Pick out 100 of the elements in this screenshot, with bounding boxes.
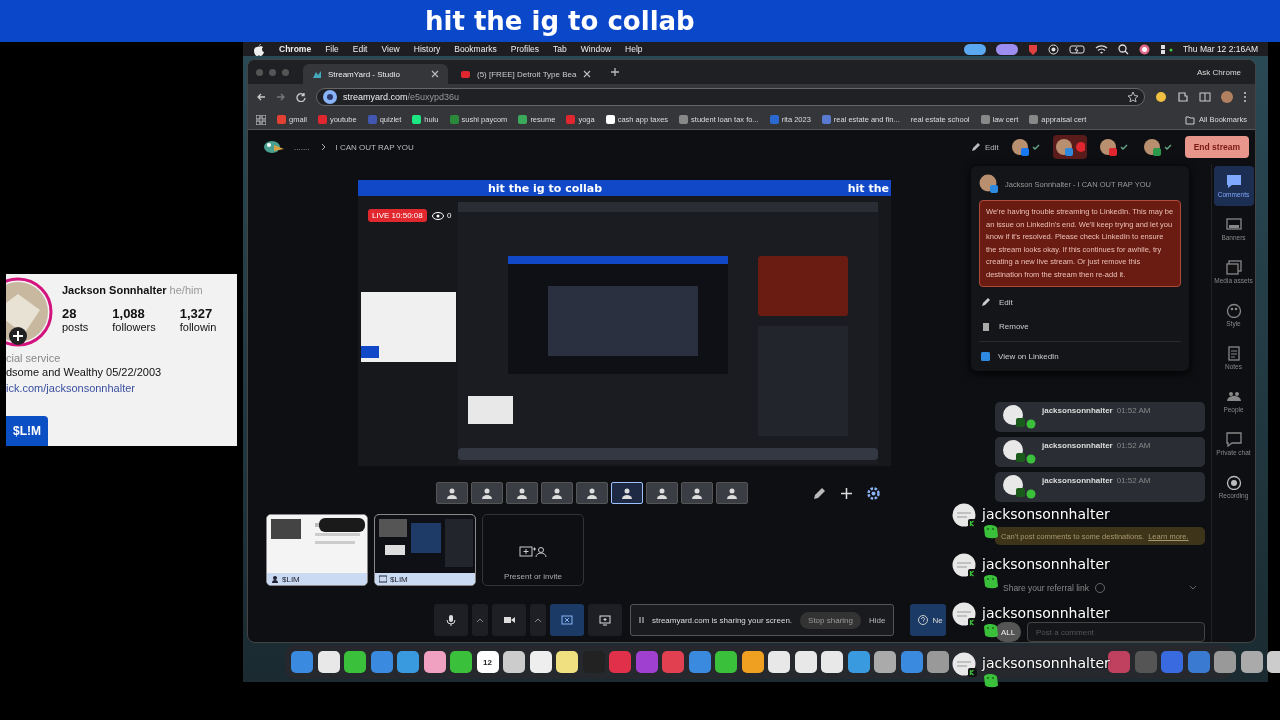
- calendar-app-icon[interactable]: 12: [476, 651, 499, 673]
- menu-item[interactable]: Window: [580, 44, 612, 54]
- bookmark-icon: [566, 115, 576, 124]
- record-icon: [1047, 43, 1059, 55]
- hide-button[interactable]: Hide: [869, 615, 886, 625]
- folder-icon: [1185, 114, 1196, 125]
- app-icon: [503, 651, 525, 673]
- banner-icon: [1225, 217, 1242, 232]
- viewer-count: 0: [432, 211, 452, 220]
- record-icon: [1225, 475, 1242, 490]
- app-icon: [847, 651, 870, 673]
- bookmark-icon: [277, 115, 286, 124]
- layout-button[interactable]: [576, 482, 608, 504]
- person-icon: [445, 487, 459, 499]
- source-tile[interactable]: $LIM: [266, 514, 368, 586]
- battery-icon: [1068, 43, 1085, 55]
- apple-icon: [253, 42, 265, 56]
- help-button[interactable]: Ne: [910, 604, 947, 636]
- profile-stat: 1,088 followers: [112, 306, 156, 333]
- app-icon: [635, 651, 658, 673]
- commenter-avatar-icon: [1003, 440, 1036, 464]
- layout-button[interactable]: [541, 482, 573, 504]
- layout-button[interactable]: [471, 482, 503, 504]
- bookmark-icon: [1029, 115, 1039, 124]
- menu-item[interactable]: Remove: [979, 317, 1181, 335]
- pause-icon: [639, 616, 644, 624]
- bookmark-icon: [367, 115, 377, 124]
- app-icon: [1134, 651, 1157, 673]
- layout-button[interactable]: [646, 482, 678, 504]
- chevron-icon: [319, 143, 326, 151]
- person-icon: [725, 487, 739, 499]
- media-icon: [1225, 260, 1242, 275]
- menu-item[interactable]: Help: [625, 44, 643, 54]
- source-tile[interactable]: $LIM: [374, 514, 476, 586]
- layout-button[interactable]: [611, 482, 643, 504]
- menu-item[interactable]: Profiles: [510, 44, 540, 54]
- broadcast-title: I CAN OUT RAP YOU: [335, 142, 414, 152]
- referral-row[interactable]: Share your referral link: [995, 579, 1205, 597]
- microphone-button[interactable]: [434, 604, 468, 636]
- breadcrumb-dots[interactable]: .......: [294, 142, 310, 152]
- present-or-invite-button[interactable]: Present or invite: [482, 514, 584, 586]
- profile-link[interactable]: ick.com/jacksonsonnhalter: [6, 382, 237, 394]
- linkedin-icon: [981, 352, 990, 361]
- app-icon: [874, 651, 896, 673]
- browser-tab[interactable]: StreamYard - Studio: [303, 64, 448, 84]
- chat-avatar-icon: [952, 651, 978, 678]
- stop-screen-share-icon: [561, 614, 573, 626]
- comment-time: 01:52 AM: [1116, 441, 1151, 450]
- destination-avatar[interactable]: [1052, 135, 1087, 159]
- layout-button[interactable]: [506, 482, 538, 504]
- puzzle-icon: [1177, 91, 1189, 103]
- menu-item[interactable]: View on LinkedIn: [979, 348, 1181, 365]
- person-icon: [480, 487, 494, 499]
- layout-button[interactable]: [436, 482, 468, 504]
- menu-clock: Thu Mar 12 2:16AM: [1182, 44, 1258, 54]
- menu-app-name[interactable]: Chrome: [279, 44, 312, 54]
- menu-item[interactable]: Edit: [979, 293, 1181, 311]
- address-bar[interactable]: streamyard.com/e5uxypd36u: [316, 88, 1145, 106]
- app-icon: [370, 651, 393, 673]
- emote-icon: [982, 522, 999, 539]
- menu-item[interactable]: File: [325, 44, 339, 54]
- app-icon: [609, 651, 631, 673]
- end-stream-button[interactable]: End stream: [1184, 136, 1249, 158]
- menu-item[interactable]: View: [381, 44, 400, 54]
- app-icon: [794, 651, 817, 673]
- layout-button[interactable]: [716, 482, 748, 504]
- stop-sharing-button[interactable]: Stop sharing: [800, 611, 861, 629]
- people-icon: [1225, 389, 1242, 404]
- edit-button[interactable]: Edit: [970, 142, 999, 152]
- star-icon: [1128, 92, 1138, 102]
- app-icon: [529, 651, 552, 673]
- app-icon: [821, 651, 843, 673]
- close-icon: [430, 69, 440, 79]
- profile-stat: 28 posts: [62, 306, 89, 333]
- ask-chrome-button[interactable]: Ask Chrome: [1197, 67, 1247, 77]
- destination-avatar-icon: [979, 174, 999, 194]
- control-center-icon: [1159, 43, 1173, 55]
- share-screen-button[interactable]: [588, 604, 622, 636]
- status-pill-icon: [995, 43, 1018, 55]
- chat-icon: [1225, 432, 1242, 447]
- stop-screen-share-button[interactable]: [550, 604, 584, 636]
- commenter-avatar-icon: [1003, 405, 1036, 429]
- menu-item[interactable]: History: [413, 44, 441, 54]
- destination-icon: [1142, 138, 1173, 156]
- person-icon: [655, 487, 669, 499]
- microphone-icon: [445, 614, 457, 626]
- menu-item[interactable]: Tab: [553, 44, 567, 54]
- comment-user: jacksonsonnhalter: [1042, 406, 1113, 415]
- person-icon: [620, 487, 634, 499]
- filter-button[interactable]: ALL: [995, 622, 1021, 642]
- layout-button[interactable]: [681, 482, 713, 504]
- browser-tab[interactable]: (5) [FREE] Detroit Type Bea: [452, 64, 601, 84]
- menu-item[interactable]: Edit: [352, 44, 368, 54]
- menu-item[interactable]: Bookmarks: [454, 44, 497, 54]
- app-icon: [1187, 651, 1210, 673]
- camera-button[interactable]: [492, 604, 526, 636]
- app-icon: [450, 651, 472, 673]
- person-icon: [585, 487, 599, 499]
- site-info-icon: [323, 90, 337, 104]
- banner-text: hit the ig to collab: [425, 6, 695, 36]
